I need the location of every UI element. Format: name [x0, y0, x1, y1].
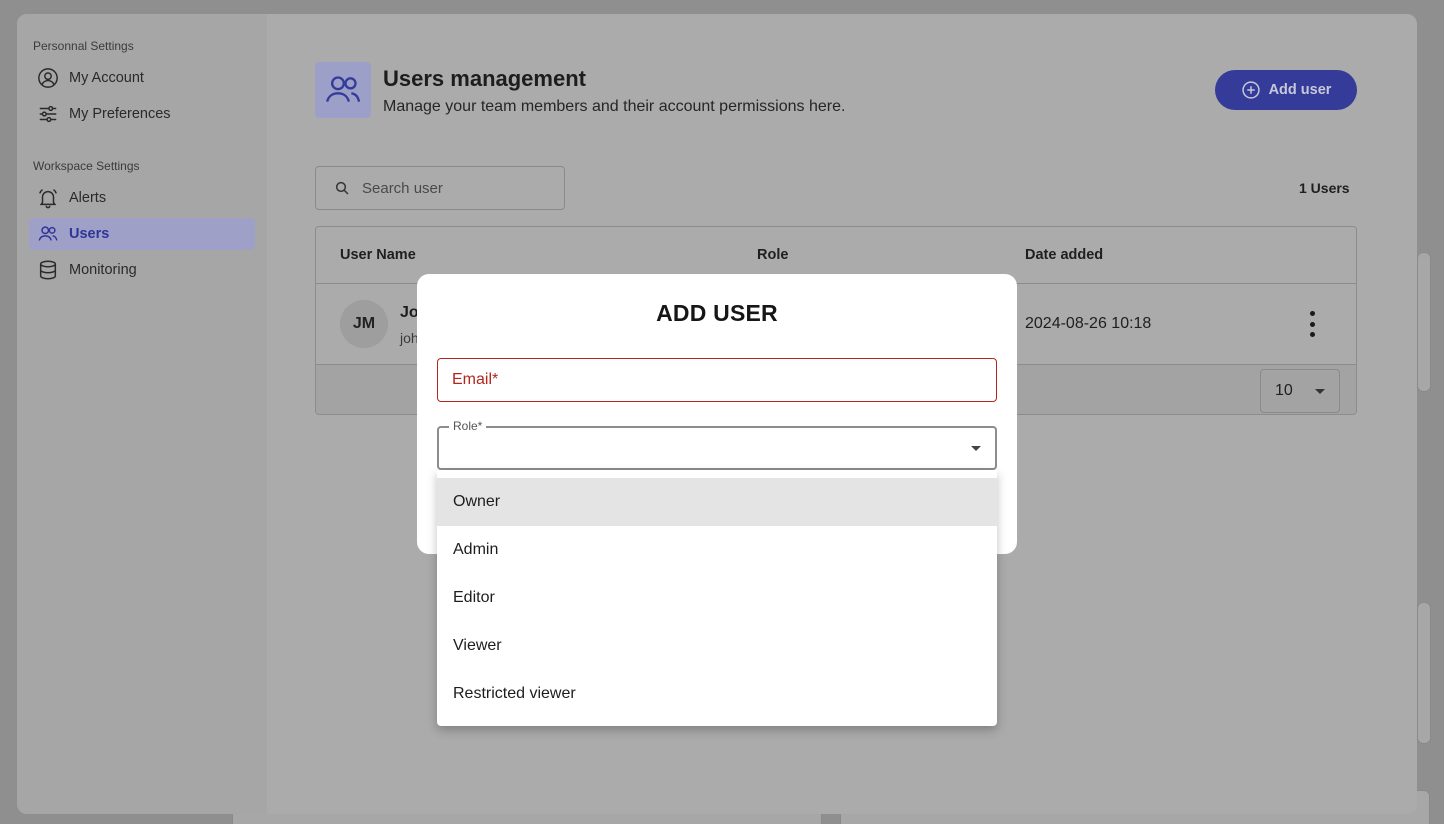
users-count: 1 Users — [1299, 180, 1350, 196]
users-icon — [326, 76, 361, 103]
role-option-editor[interactable]: Editor — [437, 574, 997, 622]
header-icon-box — [315, 62, 371, 118]
sidebar-item-label: Monitoring — [69, 262, 137, 278]
user-name: Jo — [400, 304, 419, 321]
chevron-down-icon — [971, 446, 981, 451]
role-option-admin[interactable]: Admin — [437, 526, 997, 574]
role-option-owner[interactable]: Owner — [437, 478, 997, 526]
email-input[interactable] — [452, 371, 972, 389]
email-field — [437, 358, 997, 402]
avatar: JM — [340, 300, 388, 348]
sidebar-item-label: My Account — [69, 70, 144, 86]
sliders-icon — [39, 105, 57, 123]
role-option-restricted-viewer[interactable]: Restricted viewer — [437, 670, 997, 718]
personal-settings-heading: Personnal Settings — [33, 39, 134, 53]
more-options-icon[interactable] — [1306, 311, 1318, 337]
column-header-date-added: Date added — [1025, 247, 1104, 263]
modal-title: ADD USER — [656, 300, 778, 326]
user-email: joh — [400, 330, 419, 346]
role-option-viewer[interactable]: Viewer — [437, 622, 997, 670]
search-box — [315, 166, 565, 210]
background-card — [1417, 252, 1431, 392]
sidebar-item-label: Users — [69, 226, 110, 242]
database-icon — [39, 260, 57, 280]
sidebar: Personnal Settings My Account My Prefere… — [17, 14, 267, 814]
add-user-button[interactable]: Add user — [1215, 70, 1357, 110]
page-subtitle: Manage your team members and their accou… — [383, 98, 846, 115]
role-label: Role* — [449, 419, 487, 433]
sidebar-item-label: Alerts — [69, 190, 107, 206]
background-card — [1417, 602, 1431, 744]
search-input[interactable] — [362, 179, 542, 197]
column-header-user-name: User Name — [340, 247, 416, 263]
page-title: Users management — [383, 66, 586, 91]
role-options-menu: Owner Admin Editor Viewer Restricted vie… — [437, 470, 997, 726]
rows-per-page-select[interactable]: 10 — [1260, 369, 1340, 413]
sidebar-item-monitoring[interactable]: Monitoring — [29, 254, 255, 286]
user-date-added: 2024-08-26 10:18 — [1025, 315, 1152, 332]
sidebar-item-alerts[interactable]: Alerts — [29, 182, 255, 214]
search-icon — [335, 181, 349, 195]
chevron-down-icon — [1315, 389, 1325, 394]
sidebar-item-my-preferences[interactable]: My Preferences — [29, 98, 255, 130]
sidebar-item-users[interactable]: Users — [29, 218, 255, 250]
plus-circle-icon — [1241, 81, 1260, 99]
column-header-role: Role — [757, 247, 789, 263]
users-icon — [38, 226, 58, 241]
workspace-settings-heading: Workspace Settings — [33, 159, 140, 173]
bell-icon — [39, 188, 57, 209]
sidebar-item-my-account[interactable]: My Account — [29, 62, 255, 94]
sidebar-item-label: My Preferences — [69, 106, 171, 122]
role-select[interactable]: Role* — [437, 419, 997, 470]
user-circle-icon — [38, 68, 58, 88]
add-user-label: Add user — [1268, 82, 1332, 98]
rows-per-page-value: 10 — [1275, 382, 1293, 399]
